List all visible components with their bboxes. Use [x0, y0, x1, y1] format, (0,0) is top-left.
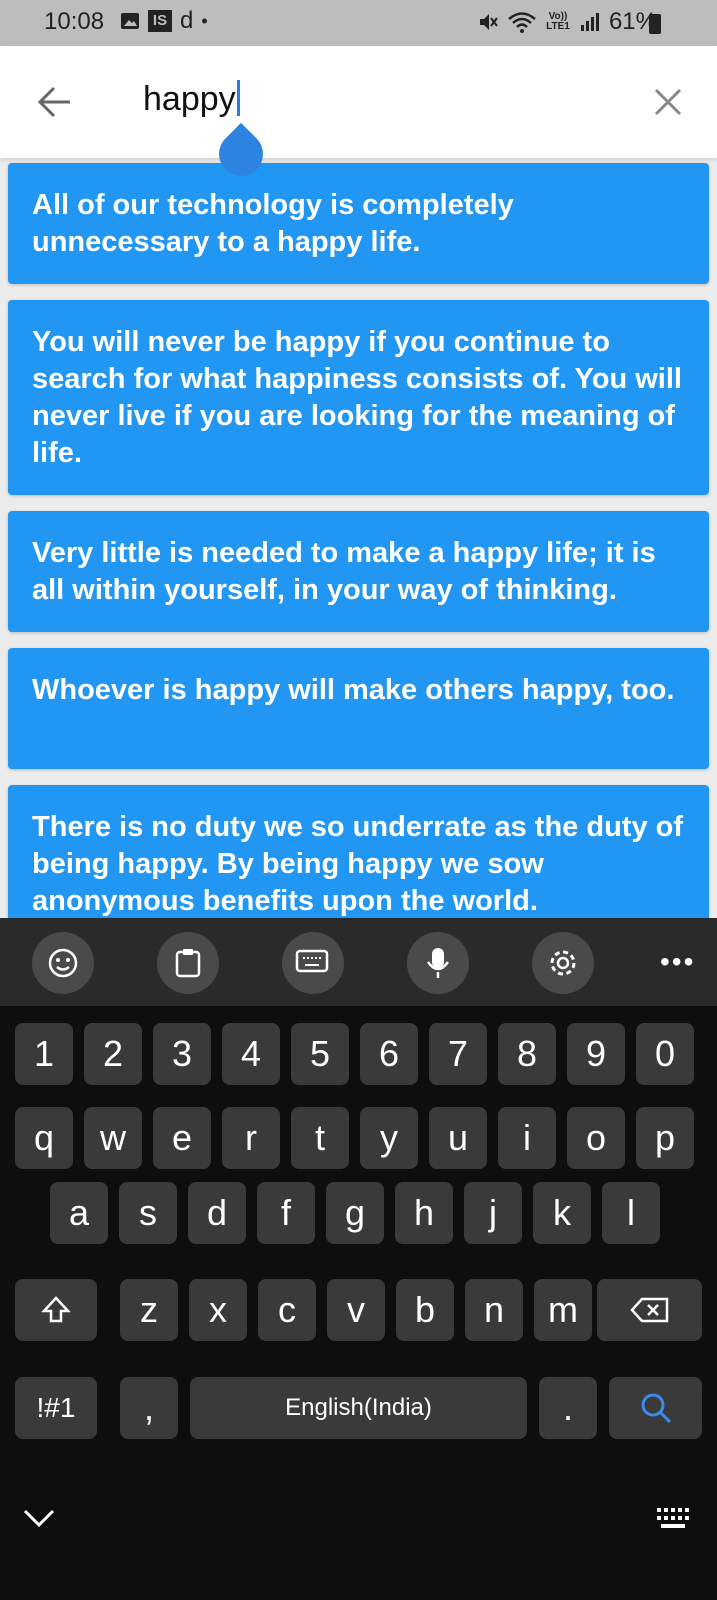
key-4[interactable]: 4 [222, 1023, 280, 1085]
backspace-icon [629, 1297, 668, 1323]
keyboard-toolbar: ••• [0, 918, 717, 1006]
key-0[interactable]: 0 [636, 1023, 694, 1085]
comma-key[interactable]: , [120, 1377, 178, 1439]
key-9[interactable]: 9 [567, 1023, 625, 1085]
keyboard-switch-icon[interactable] [655, 1506, 695, 1532]
search-input-value: happy [143, 80, 236, 118]
mic-icon[interactable] [407, 932, 469, 994]
key-z[interactable]: z [120, 1279, 178, 1341]
status-bar: 10:08 IS d • Vo)) LTE1 61% [0, 0, 717, 46]
quote-text: You will never be happy if you continue … [32, 326, 682, 469]
shift-icon [41, 1296, 71, 1323]
key-q[interactable]: q [15, 1107, 73, 1169]
wifi-icon [508, 12, 536, 33]
mute-icon [479, 14, 498, 30]
arrow-left-icon[interactable] [34, 82, 74, 122]
quote-card[interactable]: Whoever is happy will make others happy,… [8, 648, 709, 769]
settings-icon[interactable] [532, 932, 594, 994]
space-key[interactable]: English(India) [190, 1377, 527, 1439]
keyboard: 1234567890 qwertyuiop asdfghjkl zxcvbnm … [0, 1006, 717, 1600]
key-7[interactable]: 7 [429, 1023, 487, 1085]
volte-icon: Vo)) LTE1 [546, 11, 570, 32]
backspace-key[interactable] [597, 1279, 702, 1341]
quote-list: All of our technology is completely unne… [0, 158, 717, 918]
quote-card[interactable]: You will never be happy if you continue … [8, 300, 709, 495]
symbols-key[interactable]: !#1 [15, 1377, 97, 1439]
close-icon[interactable] [650, 84, 686, 120]
search-input[interactable]: happy [143, 80, 240, 119]
key-5[interactable]: 5 [291, 1023, 349, 1085]
key-l[interactable]: l [602, 1182, 660, 1244]
text-cursor [236, 80, 240, 116]
quote-text: All of our technology is completely unne… [32, 189, 514, 258]
status-time: 10:08 [44, 8, 105, 35]
shift-key[interactable] [15, 1279, 97, 1341]
key-h[interactable]: h [395, 1182, 453, 1244]
quote-card[interactable]: There is no duty we so underrate as the … [8, 785, 709, 918]
key-s[interactable]: s [119, 1182, 177, 1244]
dot-icon: • [201, 10, 208, 31]
more-icon[interactable]: ••• [660, 946, 695, 978]
quote-text: There is no duty we so underrate as the … [32, 811, 683, 917]
key-n[interactable]: n [465, 1279, 523, 1341]
quote-card[interactable]: All of our technology is completely unne… [8, 163, 709, 284]
clipboard-icon[interactable] [157, 932, 219, 994]
key-b[interactable]: b [396, 1279, 454, 1341]
key-o[interactable]: o [567, 1107, 625, 1169]
key-k[interactable]: k [533, 1182, 591, 1244]
key-2[interactable]: 2 [84, 1023, 142, 1085]
key-i[interactable]: i [498, 1107, 556, 1169]
key-p[interactable]: p [636, 1107, 694, 1169]
key-3[interactable]: 3 [153, 1023, 211, 1085]
d-icon: d [180, 7, 194, 34]
key-c[interactable]: c [258, 1279, 316, 1341]
key-j[interactable]: j [464, 1182, 522, 1244]
image-icon [121, 13, 139, 29]
key-w[interactable]: w [84, 1107, 142, 1169]
search-header: happy [0, 46, 717, 158]
key-r[interactable]: r [222, 1107, 280, 1169]
emoji-icon[interactable] [32, 932, 94, 994]
is-icon: IS [148, 10, 172, 32]
key-m[interactable]: m [534, 1279, 592, 1341]
key-1[interactable]: 1 [15, 1023, 73, 1085]
key-f[interactable]: f [257, 1182, 315, 1244]
quote-card[interactable]: Very little is needed to make a happy li… [8, 511, 709, 632]
key-e[interactable]: e [153, 1107, 211, 1169]
search-key[interactable] [609, 1377, 702, 1439]
keyboard-icon[interactable] [282, 932, 344, 994]
key-g[interactable]: g [326, 1182, 384, 1244]
chevron-down-icon[interactable] [22, 1506, 56, 1530]
key-d[interactable]: d [188, 1182, 246, 1244]
quote-text: Whoever is happy will make others happy,… [32, 674, 675, 706]
key-t[interactable]: t [291, 1107, 349, 1169]
key-a[interactable]: a [50, 1182, 108, 1244]
key-8[interactable]: 8 [498, 1023, 556, 1085]
signal-icon [580, 13, 599, 31]
key-6[interactable]: 6 [360, 1023, 418, 1085]
period-key[interactable]: . [539, 1377, 597, 1439]
quote-text: Very little is needed to make a happy li… [32, 537, 656, 606]
key-u[interactable]: u [429, 1107, 487, 1169]
key-x[interactable]: x [189, 1279, 247, 1341]
search-icon [641, 1393, 671, 1424]
battery-icon [649, 14, 661, 34]
key-y[interactable]: y [360, 1107, 418, 1169]
key-v[interactable]: v [327, 1279, 385, 1341]
